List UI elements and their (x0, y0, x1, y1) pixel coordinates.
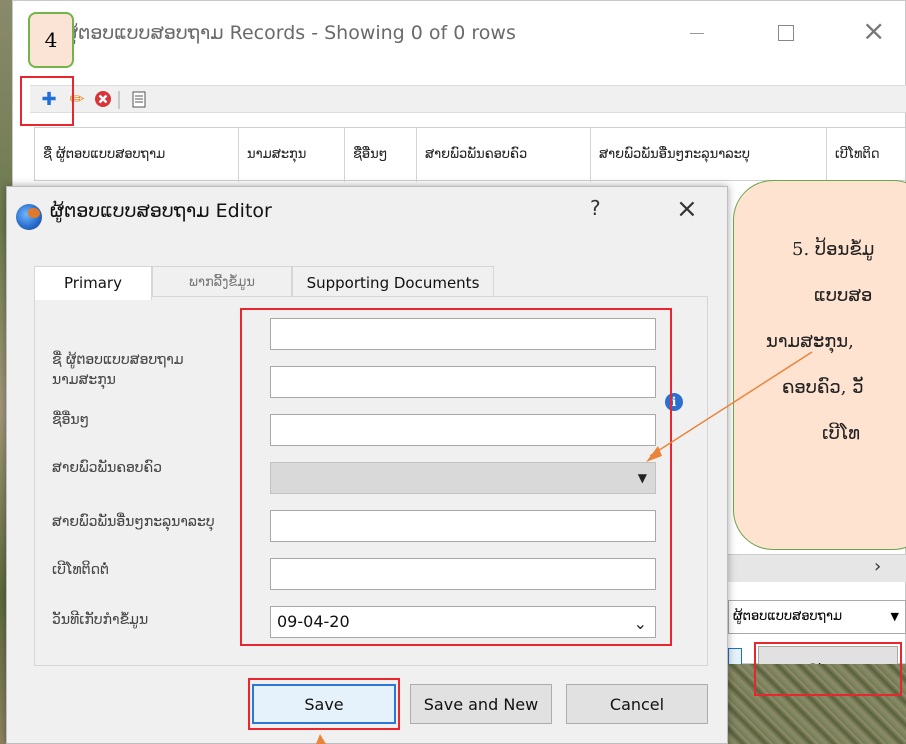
field-label: ເບີໂທຕິດຕໍ່ (52, 562, 109, 578)
highlight-save-button (248, 678, 400, 730)
language-combo[interactable]: ຜູ້ຕອບແບບສອບຖາມ ▼ (728, 600, 906, 634)
callout-line: ເບີໂທ (822, 423, 861, 444)
field-label: ຊື່ ຜູ້ຕອບແບບສອບຖາມ (52, 352, 184, 368)
column-header[interactable]: ຊື່ອື່ນໆ (345, 128, 417, 182)
help-button[interactable]: ? (590, 196, 601, 220)
field-label: ສາຍພົວພັນອື່ນໆກະລຸນາລະບຸ (52, 514, 215, 530)
language-combo-value: ຜູ້ຕອບແບບສອບຖາມ (733, 609, 843, 624)
records-table-header: ຊື່ ຜູ້ຕອບແບບສອບຖາມ ນາມສະກຸນ ຊື່ອື່ນໆ ສາ… (34, 127, 906, 182)
highlight-form-fields (240, 308, 672, 646)
step-badge: 4 (28, 12, 74, 68)
callout-line: 5. ປ້ອນຂໍ້ມູ (792, 239, 875, 260)
column-header[interactable]: ສາຍພົວພັນອື່ນໆກະລຸນາລະບຸ (591, 128, 827, 182)
records-window-title: ຜູ້ຕອບແບບສອບຖາມ Records - Showing 0 of 0… (64, 22, 516, 44)
dialog-close-button[interactable]: × (676, 194, 698, 224)
field-label: ວັນທີເກັບກຳຂໍ້ມູນ (52, 612, 149, 628)
highlight-add-button (20, 76, 74, 126)
field-label: ນາມສະກຸນ (52, 372, 116, 388)
callout-line: ແບບສອ (814, 285, 873, 306)
globe-app-icon (16, 204, 42, 230)
toolbar-divider (118, 91, 120, 109)
instruction-callout: 5. ປ້ອນຂໍ້ມູ ແບບສອ ນາມສະກຸນ, ຄອບຄົວ, ວັ … (733, 180, 906, 550)
callout-line: ຄອບຄົວ, ວັ (782, 377, 864, 398)
column-header[interactable]: ຊື່ ຜູ້ຕອບແບບສອບຖາມ (35, 128, 239, 182)
export-document-icon[interactable] (128, 88, 150, 110)
column-header[interactable]: ເບີໂທຕິດ (827, 128, 906, 182)
records-toolbar: ✚ ✏ (30, 85, 906, 113)
highlight-close-button (754, 642, 902, 696)
scroll-right-icon[interactable]: › (874, 556, 881, 577)
field-label: ຊື່ອື່ນໆ (52, 412, 90, 428)
tab-primary[interactable]: Primary (34, 266, 152, 300)
window-close-button[interactable]: × (862, 14, 885, 47)
save-and-new-button[interactable]: Save and New (410, 684, 552, 724)
minimize-button[interactable] (690, 33, 704, 34)
cancel-button[interactable]: Cancel (566, 684, 708, 724)
tab-language-link[interactable]: ພາກລີ້ງຂໍ້ມູນ (152, 266, 292, 298)
column-header[interactable]: ນາມສະກຸນ (239, 128, 345, 182)
editor-title: ຜູ້ຕອບແບບສອບຖາມ Editor (50, 200, 272, 222)
maximize-button[interactable] (778, 25, 794, 41)
callout-line: ນາມສະກຸນ, (766, 331, 854, 352)
delete-icon[interactable] (92, 88, 114, 110)
column-header[interactable]: ສາຍພົວພັນຄອບຄົວ (417, 128, 591, 182)
tab-supporting-documents[interactable]: Supporting Documents (292, 266, 494, 298)
field-label: ສາຍພົວພັນຄອບຄົວ (52, 460, 163, 476)
chevron-down-icon: ▼ (890, 610, 899, 623)
